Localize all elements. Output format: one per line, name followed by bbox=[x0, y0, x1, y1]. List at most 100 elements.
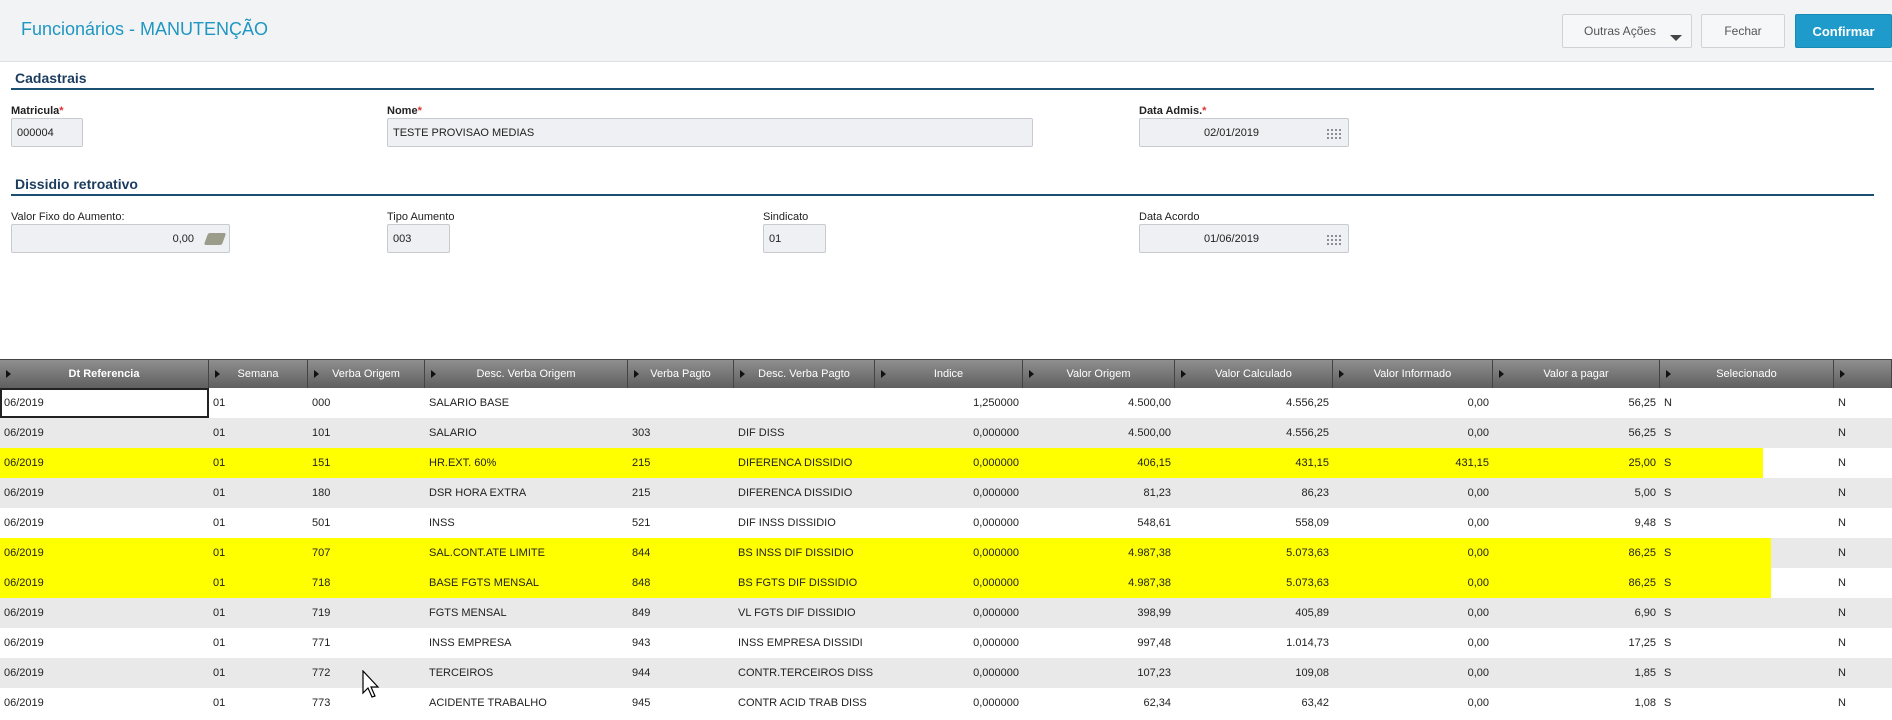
col-extra-cell[interactable]: N bbox=[1834, 568, 1892, 598]
col-desc-verba-origem-cell[interactable]: INSS EMPRESA bbox=[425, 628, 628, 658]
col-semana-cell[interactable]: 01 bbox=[209, 478, 308, 508]
col-desc-verba-origem-cell[interactable]: TERCEIROS bbox=[425, 658, 628, 688]
col-extra-cell[interactable]: N bbox=[1834, 658, 1892, 688]
col-indice-cell[interactable]: 0,000000 bbox=[875, 688, 1023, 718]
sort-arrow-icon[interactable] bbox=[314, 370, 319, 378]
col-valor-origem-header[interactable]: Valor Origem bbox=[1023, 360, 1175, 388]
col-extra-cell[interactable]: N bbox=[1834, 388, 1892, 418]
table-row[interactable]: 06/2019 01 719 FGTS MENSAL 849 VL FGTS DIF DI… bbox=[0, 598, 1892, 628]
col-selecionado-cell[interactable]: S bbox=[1660, 418, 1834, 448]
col-semana-cell[interactable]: 01 bbox=[209, 658, 308, 688]
col-semana-cell[interactable]: 01 bbox=[209, 628, 308, 658]
col-verba-origem-header[interactable]: Verba Origem bbox=[308, 360, 425, 388]
col-valor-informado-cell[interactable]: 0,00 bbox=[1333, 418, 1493, 448]
col-valor-a-pagar-cell[interactable]: 56,25 bbox=[1493, 418, 1660, 448]
col-desc-verba-origem-cell[interactable]: ACIDENTE TRABALHO bbox=[425, 688, 628, 718]
col-dt-referencia-cell[interactable]: 06/2019 bbox=[0, 448, 209, 478]
table-row[interactable]: 06/2019 01 151 HR.EXT. 60% 215 DIFERENCA DISS… bbox=[0, 448, 1892, 478]
col-selecionado-cell[interactable]: S bbox=[1660, 478, 1834, 508]
col-indice-cell[interactable]: 1,250000 bbox=[875, 388, 1023, 418]
col-desc-verba-pagto-cell[interactable]: CONTR ACID TRAB DISS bbox=[734, 688, 875, 718]
col-verba-origem-cell[interactable]: 151 bbox=[308, 448, 425, 478]
money-icon[interactable] bbox=[203, 233, 227, 245]
col-verba-pagto-cell[interactable] bbox=[628, 388, 734, 418]
col-valor-calculado-cell[interactable]: 109,08 bbox=[1175, 658, 1333, 688]
col-selecionado-cell[interactable]: S bbox=[1660, 688, 1834, 718]
col-desc-verba-origem-cell[interactable]: BASE FGTS MENSAL bbox=[425, 568, 628, 598]
col-valor-informado-cell[interactable]: 0,00 bbox=[1333, 568, 1493, 598]
col-valor-origem-cell[interactable]: 4.500,00 bbox=[1023, 418, 1175, 448]
col-valor-a-pagar-cell[interactable]: 6,90 bbox=[1493, 598, 1660, 628]
col-selecionado-cell[interactable]: S bbox=[1660, 508, 1834, 538]
col-valor-calculado-cell[interactable]: 5.073,63 bbox=[1175, 538, 1333, 568]
sort-arrow-icon[interactable] bbox=[431, 370, 436, 378]
col-extra-cell[interactable]: N bbox=[1834, 538, 1892, 568]
confirmar-button[interactable]: Confirmar bbox=[1795, 14, 1892, 48]
col-valor-calculado-cell[interactable]: 1.014,73 bbox=[1175, 628, 1333, 658]
col-desc-verba-pagto-cell[interactable]: DIFERENCA DISSIDIO bbox=[734, 478, 875, 508]
col-desc-verba-origem-cell[interactable]: HR.EXT. 60% bbox=[425, 448, 628, 478]
col-verba-origem-cell[interactable]: 772 bbox=[308, 658, 425, 688]
col-dt-referencia-cell[interactable]: 06/2019 bbox=[0, 418, 209, 448]
col-valor-calculado-header[interactable]: Valor Calculado bbox=[1175, 360, 1333, 388]
col-verba-origem-cell[interactable]: 101 bbox=[308, 418, 425, 448]
col-desc-verba-origem-cell[interactable]: SALARIO bbox=[425, 418, 628, 448]
col-verba-pagto-cell[interactable]: 945 bbox=[628, 688, 734, 718]
col-selecionado-cell[interactable]: S bbox=[1660, 598, 1834, 628]
col-dt-referencia-cell[interactable]: 06/2019 bbox=[0, 508, 209, 538]
col-indice-cell[interactable]: 0,000000 bbox=[875, 628, 1023, 658]
col-desc-verba-pagto-cell[interactable] bbox=[734, 388, 875, 418]
col-selecionado-cell[interactable]: S bbox=[1660, 628, 1834, 658]
col-semana-cell[interactable]: 01 bbox=[209, 598, 308, 628]
col-valor-origem-cell[interactable]: 398,99 bbox=[1023, 598, 1175, 628]
sort-arrow-icon[interactable] bbox=[740, 370, 745, 378]
col-verba-pagto-header[interactable]: Verba Pagto bbox=[628, 360, 734, 388]
col-verba-pagto-cell[interactable]: 215 bbox=[628, 478, 734, 508]
col-valor-calculado-cell[interactable]: 405,89 bbox=[1175, 598, 1333, 628]
col-valor-calculado-cell[interactable]: 5.073,63 bbox=[1175, 568, 1333, 598]
sindicato-field[interactable]: 01 bbox=[763, 224, 826, 253]
col-valor-calculado-cell[interactable]: 4.556,25 bbox=[1175, 388, 1333, 418]
col-semana-cell[interactable]: 01 bbox=[209, 508, 308, 538]
tipo-aumento-field[interactable]: 003 bbox=[387, 224, 450, 253]
col-valor-origem-cell[interactable]: 548,61 bbox=[1023, 508, 1175, 538]
col-valor-a-pagar-cell[interactable]: 56,25 bbox=[1493, 388, 1660, 418]
col-valor-calculado-cell[interactable]: 558,09 bbox=[1175, 508, 1333, 538]
col-valor-a-pagar-header[interactable]: Valor a pagar bbox=[1493, 360, 1660, 388]
col-desc-verba-pagto-cell[interactable]: VL FGTS DIF DISSIDIO bbox=[734, 598, 875, 628]
col-desc-verba-pagto-cell[interactable]: INSS EMPRESA DISSIDI bbox=[734, 628, 875, 658]
col-selecionado-cell[interactable]: S bbox=[1660, 568, 1834, 598]
col-valor-informado-cell[interactable]: 431,15 bbox=[1333, 448, 1493, 478]
col-desc-verba-pagto-cell[interactable]: CONTR.TERCEIROS DISS bbox=[734, 658, 875, 688]
col-valor-informado-cell[interactable]: 0,00 bbox=[1333, 688, 1493, 718]
col-verba-pagto-cell[interactable]: 943 bbox=[628, 628, 734, 658]
col-desc-verba-pagto-cell[interactable]: DIF INSS DISSIDIO bbox=[734, 508, 875, 538]
col-valor-origem-cell[interactable]: 62,34 bbox=[1023, 688, 1175, 718]
sort-arrow-icon[interactable] bbox=[215, 370, 220, 378]
col-verba-pagto-cell[interactable]: 848 bbox=[628, 568, 734, 598]
col-valor-a-pagar-cell[interactable]: 9,48 bbox=[1493, 508, 1660, 538]
col-extra-cell[interactable]: N bbox=[1834, 598, 1892, 628]
col-verba-origem-cell[interactable]: 000 bbox=[308, 388, 425, 418]
col-verba-origem-cell[interactable]: 180 bbox=[308, 478, 425, 508]
col-dt-referencia-header[interactable]: Dt Referencia bbox=[0, 360, 209, 388]
col-valor-informado-cell[interactable]: 0,00 bbox=[1333, 658, 1493, 688]
col-valor-a-pagar-cell[interactable]: 86,25 bbox=[1493, 568, 1660, 598]
col-valor-origem-cell[interactable]: 406,15 bbox=[1023, 448, 1175, 478]
col-extra-header[interactable] bbox=[1834, 360, 1892, 388]
col-dt-referencia-cell[interactable]: 06/2019 bbox=[0, 658, 209, 688]
col-selecionado-cell[interactable]: S bbox=[1660, 448, 1834, 478]
sort-arrow-icon[interactable] bbox=[1666, 370, 1671, 378]
col-valor-a-pagar-cell[interactable]: 86,25 bbox=[1493, 538, 1660, 568]
sort-arrow-icon[interactable] bbox=[1339, 370, 1344, 378]
col-desc-verba-origem-header[interactable]: Desc. Verba Origem bbox=[425, 360, 628, 388]
col-dt-referencia-cell[interactable]: 06/2019 bbox=[0, 598, 209, 628]
col-desc-verba-pagto-cell[interactable]: BS INSS DIF DISSIDIO bbox=[734, 538, 875, 568]
sort-arrow-icon[interactable] bbox=[634, 370, 639, 378]
table-row[interactable]: 06/2019 01 501 INSS 521 DIF INSS DISSIDIO 0,00… bbox=[0, 508, 1892, 538]
col-valor-informado-cell[interactable]: 0,00 bbox=[1333, 598, 1493, 628]
col-verba-pagto-cell[interactable]: 521 bbox=[628, 508, 734, 538]
col-verba-origem-cell[interactable]: 773 bbox=[308, 688, 425, 718]
col-desc-verba-origem-cell[interactable]: INSS bbox=[425, 508, 628, 538]
col-semana-cell[interactable]: 01 bbox=[209, 688, 308, 718]
